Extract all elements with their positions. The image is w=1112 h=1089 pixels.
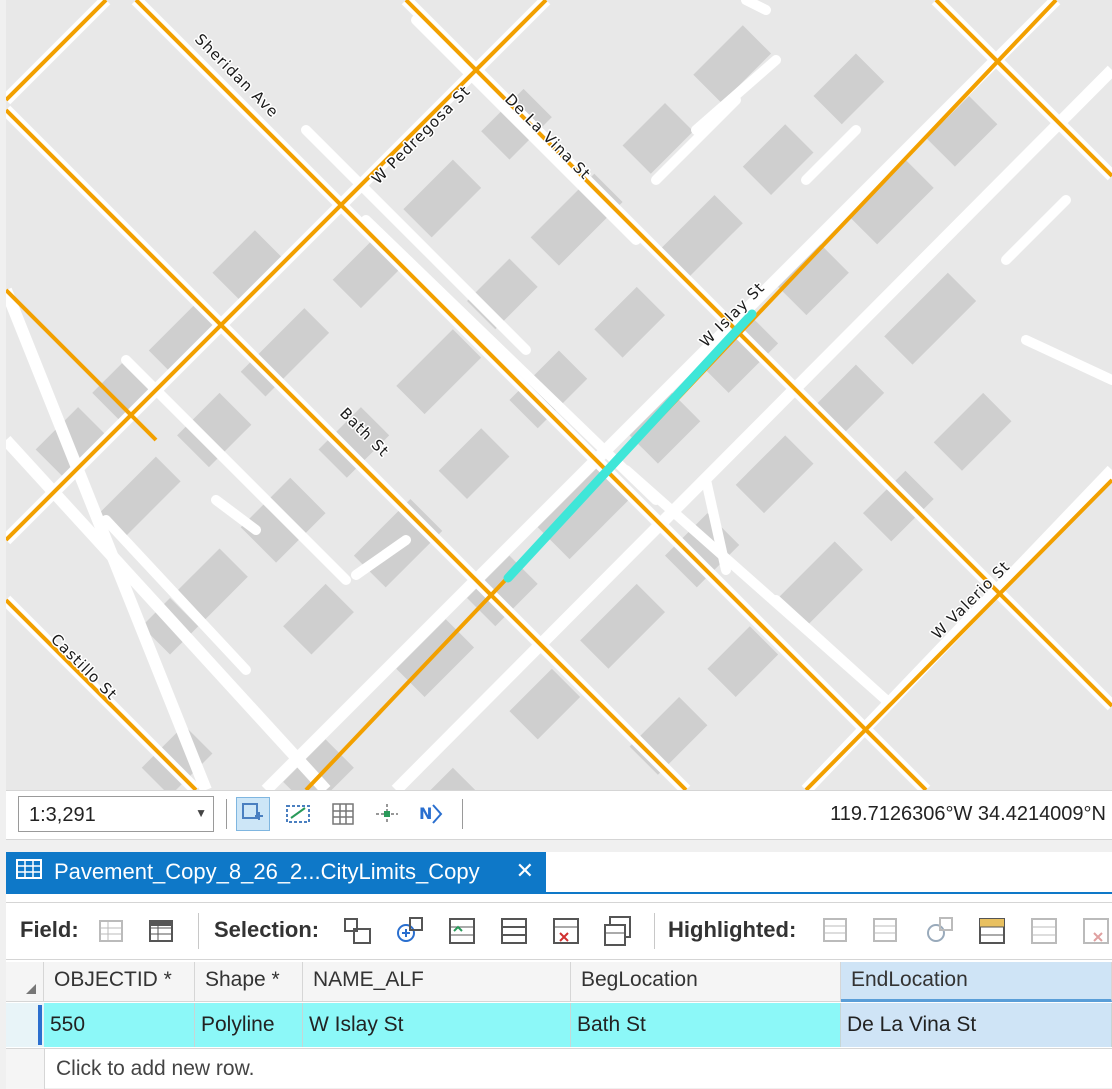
edit-vertices-icon [286, 805, 310, 823]
attribute-table-panel: Pavement_Copy_8_26_2...CityLimits_Copy ✕… [6, 852, 1112, 1089]
separator [198, 913, 199, 949]
cell-name-alf[interactable]: W Islay St [303, 1003, 571, 1047]
separator [226, 799, 227, 829]
map-canvas[interactable]: Sheridan Ave W Pedregosa St De La Vina S… [6, 0, 1112, 790]
tab-underline [6, 892, 1112, 894]
clear-selection-icon[interactable] [550, 915, 582, 947]
highlight-swap-icon[interactable] [870, 915, 902, 947]
zoom-to-highlighted-icon[interactable] [924, 915, 956, 947]
snapping-tool[interactable] [370, 797, 404, 831]
column-header-beglocation[interactable]: BegLocation [571, 962, 841, 1002]
tab-attribute-table[interactable]: Pavement_Copy_8_26_2...CityLimits_Copy ✕ [6, 852, 546, 892]
scale-dropdown[interactable]: 1:3,291 ▼ [18, 796, 214, 832]
chevron-down-icon: ▼ [195, 806, 207, 820]
cell-endlocation[interactable]: De La Vina St [841, 1003, 1112, 1047]
map-status-bar: 1:3,291 ▼ N 119.7126306°W 34.4214009°N [6, 790, 1112, 840]
add-field-icon[interactable] [96, 915, 128, 947]
highlighted-label: Highlighted: [668, 917, 797, 942]
highlight-all-icon[interactable] [1028, 915, 1060, 947]
select-extent-tool[interactable] [236, 797, 270, 831]
snapping-icon [376, 804, 398, 824]
map-view[interactable]: Sheridan Ave W Pedregosa St De La Vina S… [6, 0, 1112, 790]
north-arrow-icon: N [419, 804, 443, 824]
grid-icon [332, 803, 354, 825]
grid-corner[interactable] [6, 962, 44, 1002]
tab-title: Pavement_Copy_8_26_2...CityLimits_Copy [54, 859, 480, 884]
scale-value: 1:3,291 [29, 804, 96, 826]
coordinate-readout: 119.7126306°W 34.4214009°N [830, 803, 1106, 825]
calculate-field-icon[interactable] [146, 915, 178, 947]
column-header-objectid[interactable]: OBJECTID * [44, 962, 195, 1002]
select-extent-icon [242, 803, 263, 820]
close-icon[interactable]: ✕ [516, 858, 534, 884]
clear-highlighted-icon[interactable] [1080, 915, 1112, 947]
field-label: Field: [20, 917, 79, 942]
separator [654, 913, 655, 949]
column-header-shape[interactable]: Shape * [195, 962, 303, 1002]
cell-objectid[interactable]: 550 [44, 1003, 195, 1047]
selection-label: Selection: [214, 917, 320, 942]
add-new-row[interactable]: Click to add new row. [44, 1048, 1112, 1088]
switch-selection-icon[interactable] [446, 915, 478, 947]
switch-highlighted-icon[interactable] [976, 915, 1008, 947]
new-row-selector [6, 1048, 45, 1089]
column-header-endlocation[interactable]: EndLocation [841, 962, 1112, 1002]
select-by-attributes-icon[interactable] [342, 915, 374, 947]
column-header-name-alf[interactable]: NAME_ALF [303, 962, 571, 1002]
cell-beglocation[interactable]: Bath St [571, 1003, 841, 1047]
highlight-move-icon[interactable] [820, 915, 852, 947]
separator [462, 799, 463, 829]
north-arrow-tool[interactable]: N [414, 797, 448, 831]
edit-vertices-tool[interactable] [282, 797, 316, 831]
svg-text:N: N [419, 804, 432, 823]
grid-tool[interactable] [326, 797, 360, 831]
select-all-icon[interactable] [498, 915, 530, 947]
table-toolbar: Field: Selection: Highlighted: [6, 902, 1112, 960]
corner-triangle-icon [26, 984, 36, 994]
row-selector[interactable] [6, 1003, 45, 1047]
zoom-to-selection-icon[interactable] [394, 915, 426, 947]
cell-shape[interactable]: Polyline [195, 1003, 303, 1047]
delete-selected-icon[interactable] [602, 915, 634, 947]
table-icon [16, 859, 42, 885]
